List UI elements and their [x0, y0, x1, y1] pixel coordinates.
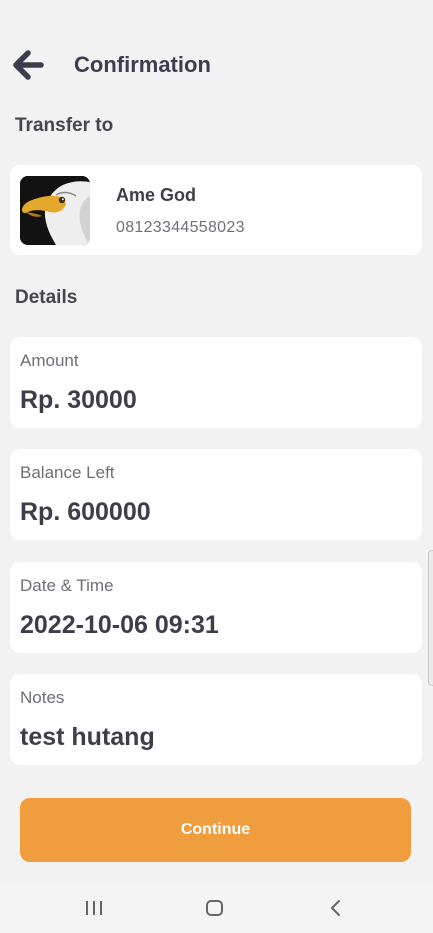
- app-header: Confirmation: [0, 44, 433, 86]
- system-navigation-bar: [0, 883, 433, 933]
- confirmation-screen: Confirmation Transfer to Ame God 0812334…: [0, 0, 433, 933]
- recents-icon: [86, 901, 102, 915]
- arrow-left-icon: [13, 50, 44, 80]
- notes-value: test hutang: [20, 723, 155, 751]
- balance-left-value: Rp. 600000: [20, 498, 151, 526]
- page-title: Confirmation: [74, 52, 211, 77]
- balance-left-card: Balance Left Rp. 600000: [10, 449, 422, 540]
- recipient-card: Ame God 08123344558023: [10, 165, 422, 255]
- nav-back-icon: [331, 900, 340, 916]
- date-time-value: 2022-10-06 09:31: [20, 611, 219, 639]
- recipient-avatar: [20, 176, 90, 245]
- amount-label: Amount: [20, 351, 79, 370]
- edge-panel-handle[interactable]: [428, 550, 433, 686]
- transfer-to-heading: Transfer to: [15, 115, 114, 136]
- home-icon: [206, 900, 223, 916]
- details-heading: Details: [15, 287, 78, 308]
- amount-value: Rp. 30000: [20, 386, 137, 414]
- home-button[interactable]: [205, 897, 225, 919]
- continue-button[interactable]: Continue: [20, 798, 411, 862]
- amount-card: Amount Rp. 30000: [10, 337, 422, 428]
- balance-left-label: Balance Left: [20, 463, 115, 482]
- notes-label: Notes: [20, 688, 65, 707]
- recipient-name: Ame God: [116, 185, 197, 205]
- date-time-label: Date & Time: [20, 576, 114, 595]
- notes-card: Notes test hutang: [10, 674, 422, 765]
- recents-button[interactable]: [84, 897, 104, 919]
- system-back-button[interactable]: [328, 897, 344, 919]
- eagle-avatar: [20, 176, 90, 245]
- back-button[interactable]: [12, 50, 46, 80]
- date-time-card: Date & Time 2022-10-06 09:31: [10, 562, 422, 653]
- recipient-phone: 08123344558023: [116, 219, 245, 236]
